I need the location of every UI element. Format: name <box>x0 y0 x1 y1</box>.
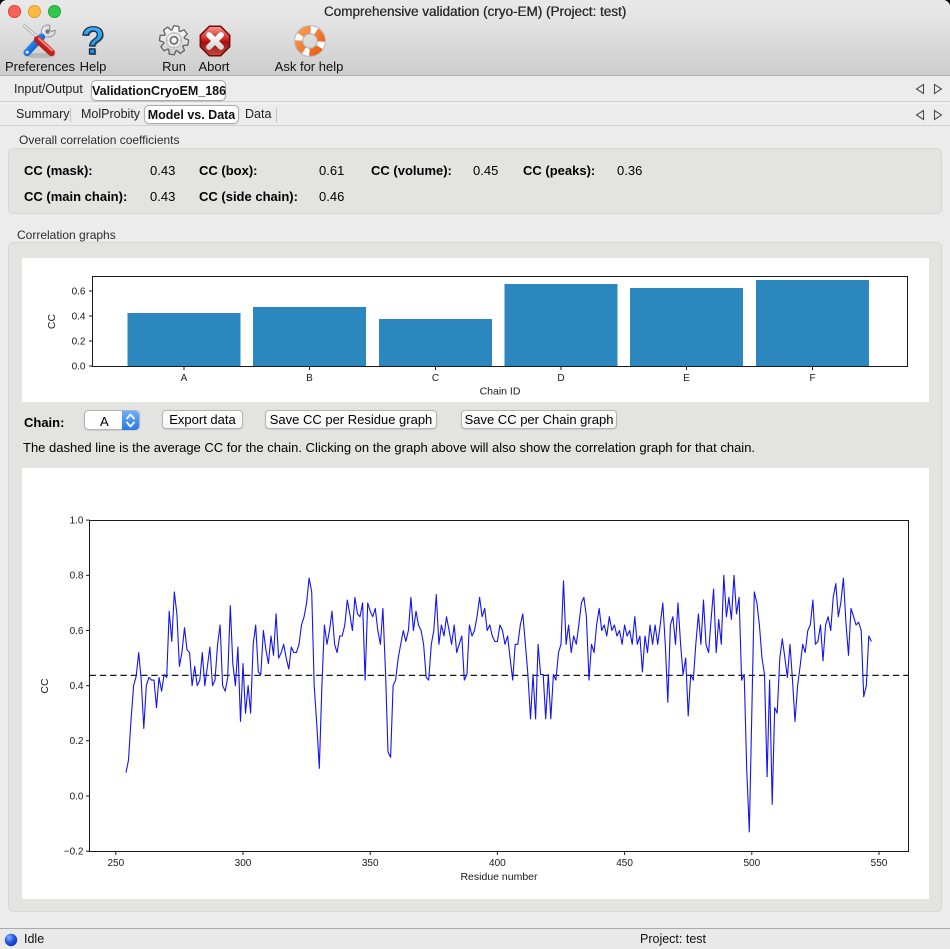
svg-text:?: ? <box>81 23 105 61</box>
svg-text:Residue number: Residue number <box>460 871 538 883</box>
svg-text:0.6: 0.6 <box>70 625 84 636</box>
svg-text:250: 250 <box>107 858 124 869</box>
svg-text:−0.2: −0.2 <box>64 846 84 857</box>
svg-text:F: F <box>809 373 815 384</box>
svg-text:Chain ID: Chain ID <box>480 385 521 397</box>
svg-text:0.2: 0.2 <box>70 736 84 747</box>
svg-text:0.0: 0.0 <box>72 361 86 372</box>
svg-text:CC: CC <box>46 313 58 329</box>
svg-text:400: 400 <box>489 858 506 869</box>
svg-text:0.4: 0.4 <box>72 311 86 322</box>
svg-text:CC: CC <box>39 678 51 694</box>
svg-text:500: 500 <box>743 858 760 869</box>
svg-text:300: 300 <box>235 858 252 869</box>
svg-text:0.6: 0.6 <box>72 286 86 297</box>
svg-text:350: 350 <box>362 858 379 869</box>
svg-text:C: C <box>432 373 439 384</box>
svg-text:0.4: 0.4 <box>70 681 84 692</box>
svg-text:550: 550 <box>871 858 888 869</box>
svg-text:0.2: 0.2 <box>72 336 86 347</box>
svg-text:0.0: 0.0 <box>70 791 84 802</box>
svg-text:0.8: 0.8 <box>70 570 84 581</box>
svg-text:450: 450 <box>616 858 633 869</box>
svg-text:1.0: 1.0 <box>70 515 84 526</box>
svg-text:D: D <box>557 373 564 384</box>
svg-text:B: B <box>306 373 313 384</box>
svg-text:A: A <box>181 373 188 384</box>
svg-text:E: E <box>683 373 690 384</box>
